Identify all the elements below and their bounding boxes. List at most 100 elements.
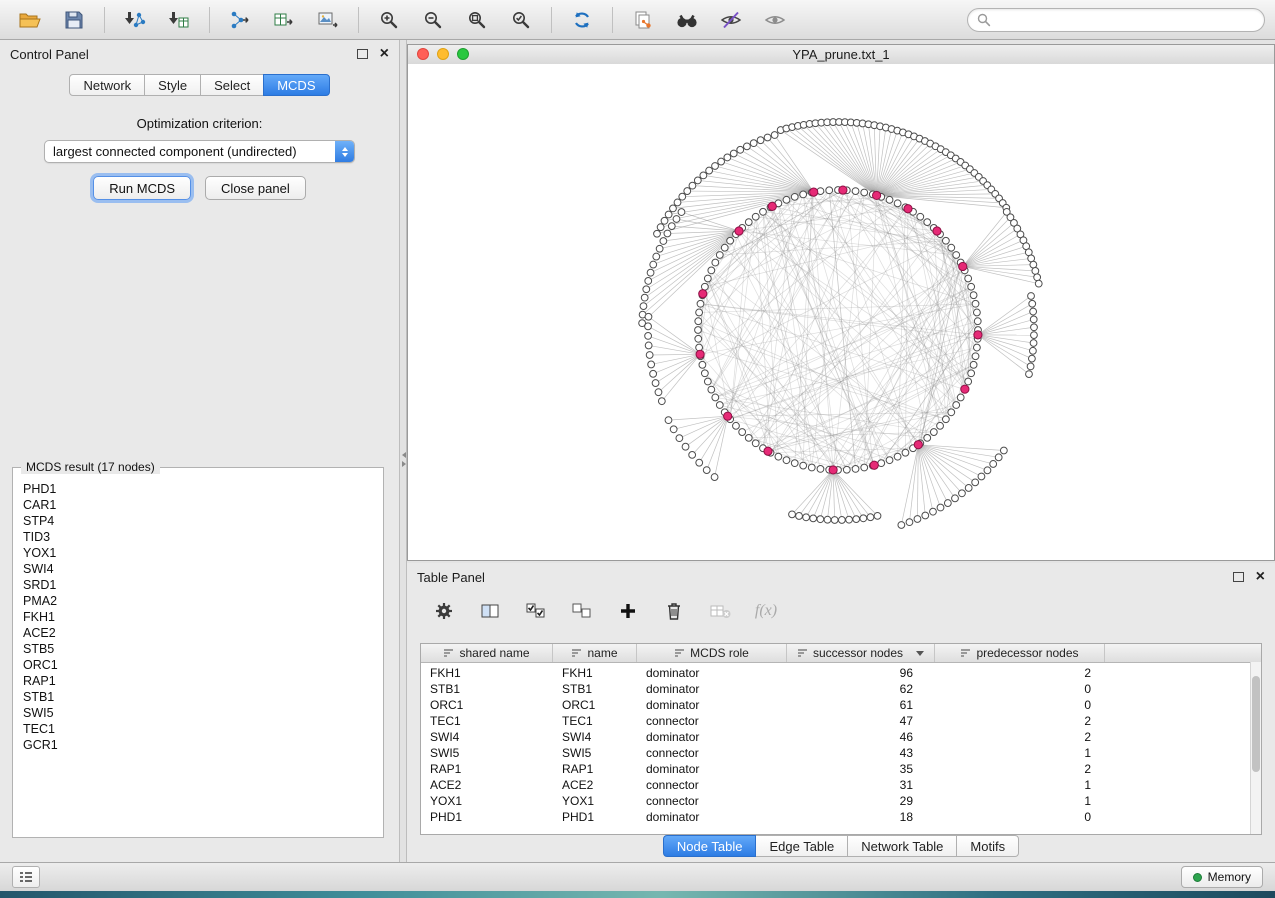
optimization-criterion-label: Optimization criterion: <box>0 116 399 131</box>
mcds-result-item[interactable]: STB1 <box>23 689 382 705</box>
tab-mcds[interactable]: MCDS <box>263 74 329 96</box>
refresh-layout-button[interactable] <box>562 4 602 36</box>
mcds-result-item[interactable]: YOX1 <box>23 545 382 561</box>
tab-motifs[interactable]: Motifs <box>956 835 1019 857</box>
float-panel-icon[interactable] <box>357 49 368 59</box>
minimize-window-button[interactable] <box>437 48 449 60</box>
mcds-result-item[interactable]: RAP1 <box>23 673 382 689</box>
mcds-result-item[interactable]: ORC1 <box>23 657 382 673</box>
zoom-selected-button[interactable] <box>501 4 541 36</box>
mcds-result-item[interactable]: STB5 <box>23 641 382 657</box>
table-cell: 0 <box>935 681 1105 697</box>
table-row[interactable]: STB1STB1dominator620 <box>421 681 1261 697</box>
run-mcds-button[interactable]: Run MCDS <box>93 176 191 200</box>
mcds-result-item[interactable]: ACE2 <box>23 625 382 641</box>
export-image-button[interactable] <box>308 4 348 36</box>
table-row[interactable]: ORC1ORC1dominator610 <box>421 697 1261 713</box>
control-panel-header: Control Panel × <box>0 40 399 68</box>
column-header-predecessor-nodes[interactable]: predecessor nodes <box>935 644 1105 662</box>
network-canvas[interactable] <box>408 64 1274 560</box>
table-cell: FKH1 <box>553 665 637 681</box>
memory-button[interactable]: Memory <box>1181 866 1263 888</box>
mcds-result-item[interactable]: TID3 <box>23 529 382 545</box>
close-panel-icon[interactable]: × <box>380 46 389 62</box>
close-window-button[interactable] <box>417 48 429 60</box>
mcds-result-item[interactable]: SWI5 <box>23 705 382 721</box>
column-header-successor-nodes[interactable]: successor nodes <box>787 644 935 662</box>
panel-menu-button[interactable] <box>12 866 40 888</box>
function-builder-button-disabled[interactable]: f(x) <box>753 598 779 624</box>
search-input[interactable] <box>997 11 1255 28</box>
copy-style-button[interactable] <box>623 4 663 36</box>
table-row[interactable]: RAP1RAP1dominator352 <box>421 761 1261 777</box>
table-row[interactable]: FKH1FKH1dominator962 <box>421 665 1261 681</box>
search-network-button[interactable] <box>667 4 707 36</box>
mcds-result-item[interactable]: PMA2 <box>23 593 382 609</box>
table-row[interactable]: SWI5SWI5connector431 <box>421 745 1261 761</box>
export-network-button[interactable] <box>220 4 260 36</box>
table-cell: PHD1 <box>553 809 637 825</box>
tab-network-table[interactable]: Network Table <box>847 835 957 857</box>
mcds-result-item[interactable]: SWI4 <box>23 561 382 577</box>
annotation-mode-button[interactable] <box>711 4 751 36</box>
chevron-down-icon <box>916 651 924 656</box>
splitter-handle-icon[interactable] <box>401 448 406 470</box>
column-header-shared-name[interactable]: shared name <box>421 644 553 662</box>
table-row[interactable]: SWI4SWI4dominator462 <box>421 729 1261 745</box>
delete-column-button[interactable] <box>661 598 687 624</box>
table-row[interactable]: ACE2ACE2connector311 <box>421 777 1261 793</box>
open-file-button[interactable] <box>10 4 50 36</box>
main-toolbar <box>0 0 1275 40</box>
column-header-mcds-role[interactable]: MCDS role <box>637 644 787 662</box>
select-all-rows-button[interactable] <box>523 598 549 624</box>
save-button[interactable] <box>54 4 94 36</box>
table-cell: SWI4 <box>421 729 553 745</box>
table-cell: TEC1 <box>553 713 637 729</box>
table-row[interactable]: PHD1PHD1dominator180 <box>421 809 1261 825</box>
toolbar-separator <box>358 7 359 33</box>
table-scrollbar-thumb[interactable] <box>1252 676 1260 772</box>
close-panel-button[interactable]: Close panel <box>205 176 306 200</box>
zoom-fit-button[interactable] <box>457 4 497 36</box>
import-table-button[interactable] <box>159 4 199 36</box>
table-cell: 43 <box>787 745 935 761</box>
table-scrollbar[interactable] <box>1250 662 1261 834</box>
tab-select[interactable]: Select <box>200 74 264 96</box>
tab-edge-table[interactable]: Edge Table <box>755 835 848 857</box>
table-cell: 2 <box>935 665 1105 681</box>
network-window-titlebar[interactable]: YPA_prune.txt_1 <box>408 45 1274 65</box>
table-row[interactable]: TEC1TEC1connector472 <box>421 713 1261 729</box>
import-network-button[interactable] <box>115 4 155 36</box>
table-row[interactable]: YOX1YOX1connector291 <box>421 793 1261 809</box>
close-table-panel-icon[interactable]: × <box>1256 569 1265 585</box>
column-header-name[interactable]: name <box>553 644 637 662</box>
zoom-in-button[interactable] <box>369 4 409 36</box>
mcds-result-item[interactable]: CAR1 <box>23 497 382 513</box>
mcds-result-item[interactable]: GCR1 <box>23 737 382 753</box>
mcds-result-item[interactable]: PHD1 <box>23 481 382 497</box>
vertical-splitter[interactable] <box>400 40 407 862</box>
deselect-all-rows-button[interactable] <box>569 598 595 624</box>
float-table-panel-icon[interactable] <box>1233 572 1244 582</box>
criterion-dropdown[interactable]: largest connected component (undirected) <box>44 140 355 163</box>
zoom-out-button[interactable] <box>413 4 453 36</box>
tab-network[interactable]: Network <box>69 74 145 96</box>
maximize-window-button[interactable] <box>457 48 469 60</box>
table-cell: RAP1 <box>553 761 637 777</box>
show-hide-graphics-button[interactable] <box>755 4 795 36</box>
mcds-result-item[interactable]: SRD1 <box>23 577 382 593</box>
tab-node-table[interactable]: Node Table <box>663 835 757 857</box>
mcds-result-item[interactable]: FKH1 <box>23 609 382 625</box>
zoom-fit-icon <box>467 10 487 30</box>
export-table-button[interactable] <box>264 4 304 36</box>
export-image-icon <box>317 10 339 30</box>
add-column-button[interactable] <box>615 598 641 624</box>
show-columns-button[interactable] <box>477 598 503 624</box>
tab-style[interactable]: Style <box>144 74 201 96</box>
search-box[interactable] <box>967 8 1265 32</box>
clear-table-button-disabled[interactable] <box>707 598 733 624</box>
table-settings-button[interactable] <box>431 598 457 624</box>
mcds-result-item[interactable]: STP4 <box>23 513 382 529</box>
mcds-result-item[interactable]: TEC1 <box>23 721 382 737</box>
table-panel-tabs: Node TableEdge TableNetwork TableMotifs <box>407 835 1275 857</box>
